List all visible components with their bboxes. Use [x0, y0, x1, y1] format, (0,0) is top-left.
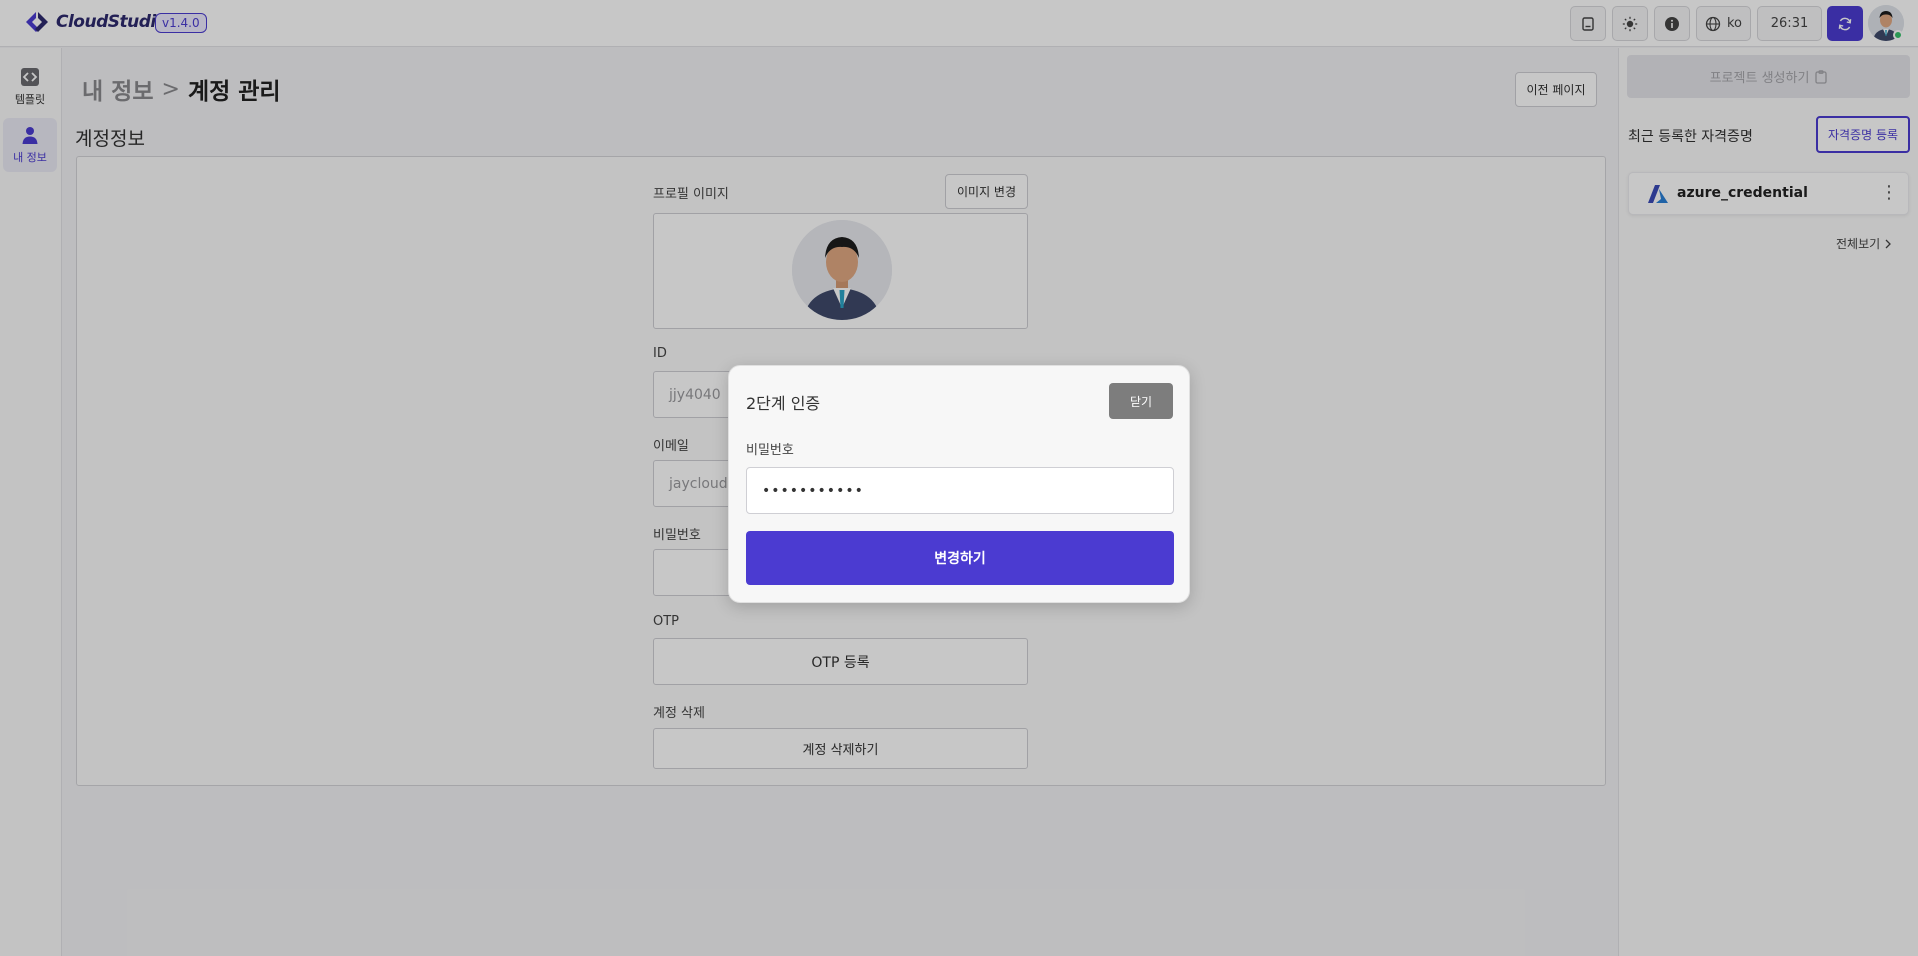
modal-password-label: 비밀번호	[746, 443, 794, 458]
modal-title: 2단계 인증	[746, 394, 821, 413]
close-button[interactable]: 닫기	[1109, 383, 1173, 419]
modal-password-input[interactable]	[746, 467, 1174, 514]
two-factor-modal: 2단계 인증 닫기 비밀번호 변경하기	[728, 365, 1190, 603]
change-submit-button[interactable]: 변경하기	[746, 531, 1174, 585]
